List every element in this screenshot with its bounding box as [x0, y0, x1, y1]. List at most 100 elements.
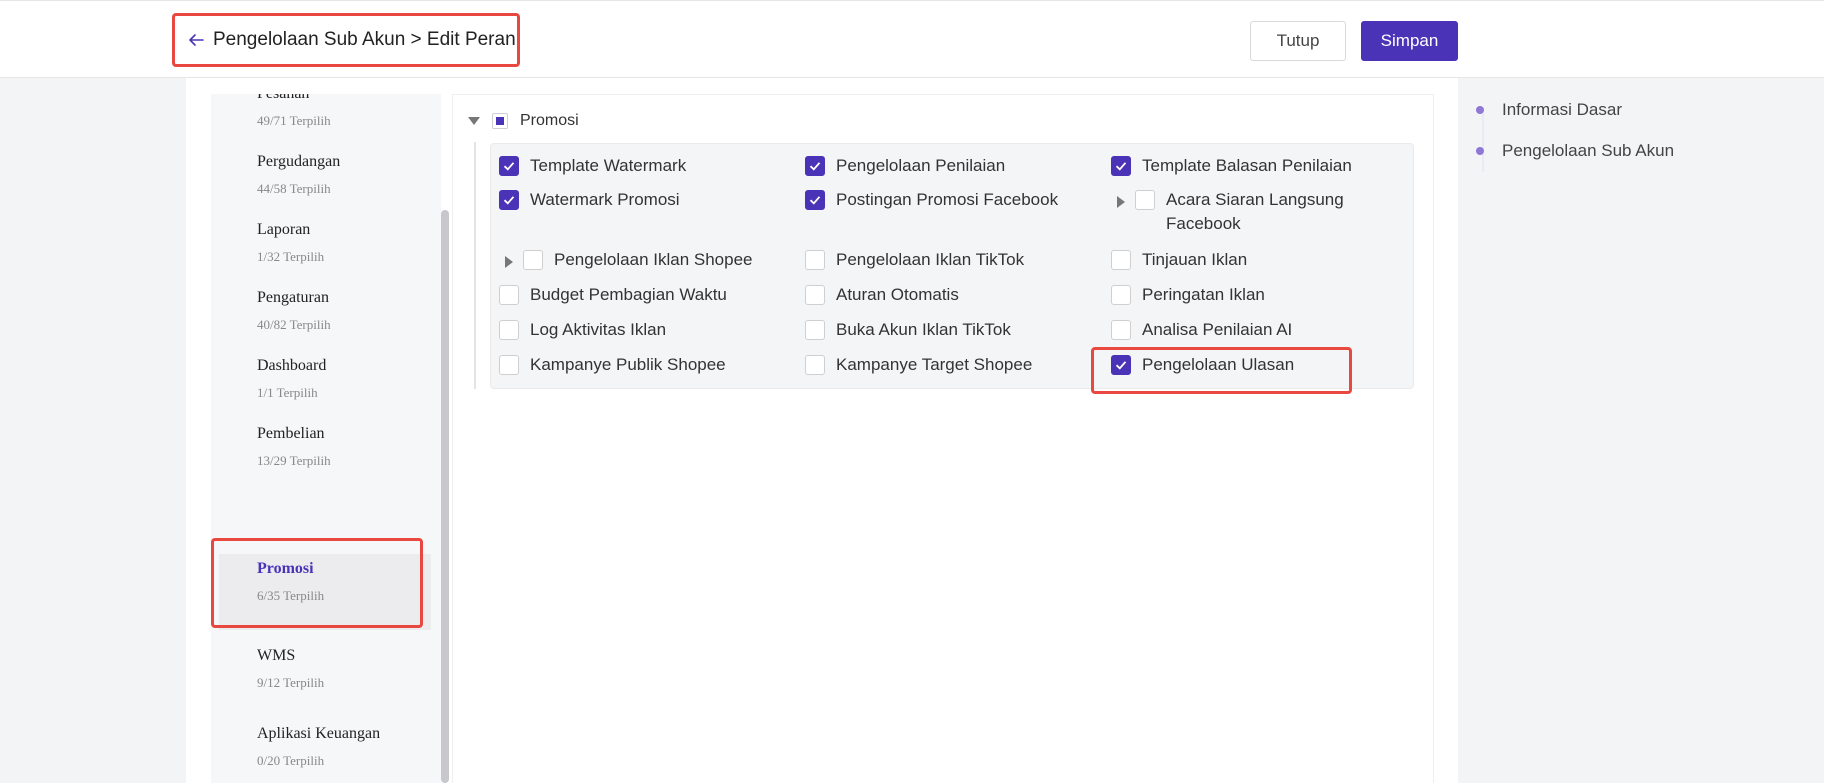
checkbox[interactable]	[1111, 320, 1131, 340]
permission-item[interactable]: Log Aktivitas Iklan	[499, 318, 666, 342]
permission-item[interactable]: Pengelolaan Penilaian	[805, 154, 1005, 178]
toc-label: Pengelolaan Sub Akun	[1502, 141, 1675, 160]
category-item-promosi[interactable]: Promosi 6/35 Terpilih	[219, 554, 431, 630]
category-item-laporan[interactable]: Laporan 1/32 Terpilih	[219, 221, 431, 297]
permission-item[interactable]: Kampanye Publik Shopee	[499, 353, 726, 377]
permission-label: Template Balasan Penilaian	[1142, 156, 1352, 175]
toc-dot-icon	[1476, 106, 1484, 114]
checkbox[interactable]	[523, 250, 543, 270]
category-count: 1/1 Terpilih	[257, 385, 318, 400]
permission-item[interactable]: Analisa Penilaian AI	[1111, 318, 1292, 342]
permission-item[interactable]: Kampanye Target Shopee	[805, 353, 1032, 377]
permission-label: Pengelolaan Iklan Shopee	[554, 250, 753, 269]
category-count: 6/35 Terpilih	[257, 588, 325, 603]
category-name: Pesanan	[257, 94, 431, 103]
permission-item[interactable]: Tinjauan Iklan	[1111, 248, 1247, 272]
category-name: Dashboard	[257, 357, 327, 374]
permission-item[interactable]: Template Balasan Penilaian	[1111, 154, 1352, 178]
toc-dot-icon	[1476, 147, 1484, 155]
permission-label: Tinjauan Iklan	[1142, 250, 1248, 269]
section-label: Promosi	[520, 112, 579, 129]
category-name: Pengaturan	[257, 289, 329, 306]
permission-item[interactable]: Budget Pembagian Waktu	[499, 283, 727, 307]
checkbox[interactable]	[1111, 156, 1131, 176]
permission-item[interactable]: Pengelolaan Ulasan	[1111, 353, 1294, 377]
permission-label: Acara Siaran Langsung Facebook	[1166, 188, 1344, 236]
checkbox[interactable]	[805, 190, 825, 210]
permission-label: Kampanye Publik Shopee	[530, 355, 726, 374]
toc-item-pengelolaan-sub-akun[interactable]: Pengelolaan Sub Akun	[1476, 141, 1674, 161]
save-button[interactable]: Simpan	[1361, 21, 1458, 61]
category-item-pembelian[interactable]: Pembelian 13/29 Terpilih	[219, 425, 431, 501]
page-header: Pengelolaan Sub Akun > Edit Peran Tutup …	[0, 0, 1824, 78]
category-name: WMS	[257, 647, 296, 664]
category-count: 9/12 Terpilih	[257, 675, 325, 690]
close-button[interactable]: Tutup	[1250, 21, 1346, 61]
page-title: Pengelolaan Sub Akun > Edit Peran	[213, 29, 516, 50]
permission-label: Buka Akun Iklan TikTok	[836, 320, 1011, 339]
category-scrollbar[interactable]	[441, 210, 449, 783]
caret-right-icon[interactable]	[1117, 196, 1125, 208]
checkbox[interactable]	[1135, 190, 1155, 210]
checkbox[interactable]	[499, 285, 519, 305]
checkbox[interactable]	[805, 250, 825, 270]
section-checkbox[interactable]	[492, 113, 508, 129]
checkbox[interactable]	[1111, 250, 1131, 270]
checkbox[interactable]	[805, 320, 825, 340]
category-count: 1/32 Terpilih	[257, 249, 325, 264]
permission-item[interactable]: Peringatan Iklan	[1111, 283, 1265, 307]
caret-right-icon[interactable]	[505, 256, 513, 268]
back-arrow-icon[interactable]	[187, 31, 205, 49]
checkbox[interactable]	[805, 355, 825, 375]
category-count: 44/58 Terpilih	[257, 181, 331, 196]
caret-down-icon[interactable]	[468, 117, 480, 125]
permission-label: Pengelolaan Ulasan	[1142, 355, 1295, 374]
category-item-aplikasi-keuangan[interactable]: Aplikasi Keuangan 0/20 Terpilih	[219, 725, 431, 783]
checkbox[interactable]	[805, 156, 825, 176]
category-item-pergudangan[interactable]: Pergudangan 44/58 Terpilih	[219, 153, 431, 229]
breadcrumb: Pengelolaan Sub Akun > Edit Peran	[172, 13, 520, 67]
checkbox[interactable]	[805, 285, 825, 305]
permission-item[interactable]: Acara Siaran Langsung Facebook	[1117, 188, 1344, 236]
category-item-pesanan[interactable]: Pesanan 49/71 Terpilih	[219, 94, 431, 161]
category-item-dashboard[interactable]: Dashboard 1/1 Terpilih	[219, 357, 431, 433]
category-count: 13/29 Terpilih	[257, 453, 331, 468]
label-line-1: Acara Siaran Langsung	[1166, 190, 1344, 209]
permission-label: Pengelolaan Penilaian	[836, 156, 1006, 175]
permission-label: Log Aktivitas Iklan	[530, 320, 667, 339]
toc-item-informasi-dasar[interactable]: Informasi Dasar	[1476, 100, 1622, 120]
label-line-2: Facebook	[1166, 214, 1241, 233]
checkbox[interactable]	[1111, 285, 1131, 305]
category-name: Laporan	[257, 221, 311, 238]
permission-item[interactable]: Buka Akun Iklan TikTok	[805, 318, 1011, 342]
permission-label: Pengelolaan Iklan TikTok	[836, 250, 1025, 269]
checkbox[interactable]	[499, 355, 519, 375]
category-name: Promosi	[257, 560, 314, 577]
checkbox[interactable]	[1111, 355, 1131, 375]
permission-item[interactable]: Pengelolaan Iklan TikTok	[805, 248, 1024, 272]
category-item-wms[interactable]: WMS 9/12 Terpilih	[219, 647, 431, 723]
permission-label: Peringatan Iklan	[1142, 285, 1265, 304]
category-count: 40/82 Terpilih	[257, 317, 331, 332]
permission-item[interactable]: Watermark Promosi	[499, 188, 680, 212]
category-list: Pesanan 49/71 Terpilih Pergudangan 44/58…	[211, 94, 441, 783]
checkbox[interactable]	[499, 320, 519, 340]
tree-guide-line	[474, 142, 476, 389]
checkbox[interactable]	[499, 156, 519, 176]
category-count: 0/20 Terpilih	[257, 753, 325, 768]
permission-label: Budget Pembagian Waktu	[530, 285, 727, 304]
section-header-promosi[interactable]: Promosi	[468, 110, 579, 132]
permission-item[interactable]: Aturan Otomatis	[805, 283, 959, 307]
permission-label: Kampanye Target Shopee	[836, 355, 1033, 374]
permission-label: Watermark Promosi	[530, 190, 680, 209]
category-name: Aplikasi Keuangan	[257, 725, 381, 742]
permission-item[interactable]: Postingan Promosi Facebook	[805, 188, 1058, 212]
permission-item[interactable]: Template Watermark	[499, 154, 686, 178]
category-name: Pergudangan	[257, 153, 341, 170]
permission-label: Aturan Otomatis	[836, 285, 959, 304]
permission-label: Analisa Penilaian AI	[1142, 320, 1293, 339]
checkbox[interactable]	[499, 190, 519, 210]
permission-label: Postingan Promosi Facebook	[836, 190, 1059, 209]
category-item-pengaturan[interactable]: Pengaturan 40/82 Terpilih	[219, 289, 431, 365]
permission-item[interactable]: Pengelolaan Iklan Shopee	[505, 248, 753, 272]
